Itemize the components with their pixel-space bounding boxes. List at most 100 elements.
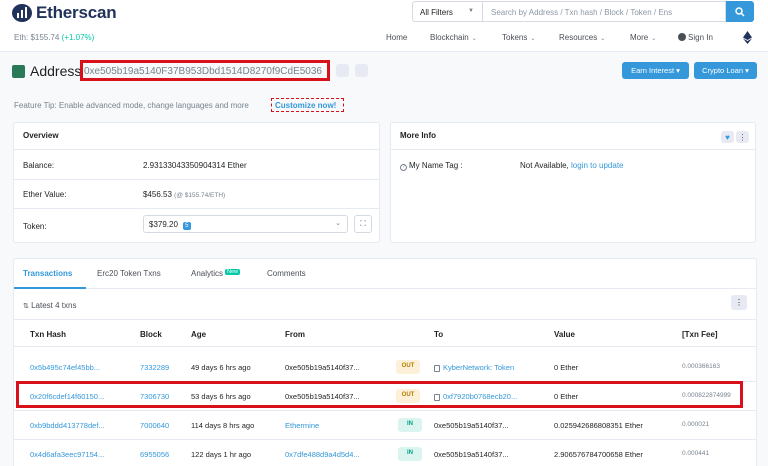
logo-text: Etherscan [36, 3, 117, 22]
address-heading: Address [12, 60, 81, 82]
txn-value: 0 Ether [554, 363, 579, 372]
txn-to: 0xe505b19a5140f37... [434, 421, 509, 430]
feature-tip-text: Feature Tip: Enable advanced mode, chang… [14, 101, 249, 110]
ether-value-rate: (@ $155.74/ETH) [174, 192, 226, 199]
ethereum-icon[interactable] [743, 31, 752, 44]
table-row: 0x5b495c74ef45bb... 7332289 49 days 6 hr… [14, 353, 756, 382]
col-txn-fee[interactable]: [Txn Fee] [682, 330, 718, 339]
expand-icon[interactable]: ⛶ [354, 215, 372, 233]
name-tag-value: Not Available, login to update [520, 161, 624, 170]
login-to-update-link[interactable]: login to update [571, 161, 624, 170]
etherscan-logo-icon [12, 4, 32, 22]
txn-fee: 0.000441 [682, 450, 710, 457]
name-tag-row: ? My Name Tag : Not Available, login to u… [391, 151, 755, 180]
chevron-down-icon: ▼ [468, 8, 474, 14]
col-block: Block [140, 330, 162, 339]
customize-now-link[interactable]: Customize now! [271, 98, 344, 112]
token-label: Token: [23, 222, 47, 231]
more-options-icon[interactable]: ⋮ [731, 295, 747, 310]
txn-hash-link[interactable]: 0x5b495c74ef45bb... [30, 363, 100, 372]
nav-tokens-label: Tokens [502, 33, 528, 42]
tab-transactions[interactable]: Transactions [23, 269, 72, 278]
txn-age: 49 days 6 hrs ago [191, 363, 251, 372]
balance-row: Balance: 2.93133043350904314 Ether [14, 151, 379, 180]
search-button[interactable] [726, 1, 754, 22]
name-tag-label: ? My Name Tag : [400, 161, 463, 171]
chevron-down-icon: ⌄ [530, 36, 536, 42]
ether-value: $456.53 (@ $155.74/ETH) [143, 190, 225, 199]
heart-icon[interactable]: ♥ [721, 131, 734, 143]
transactions-card: Transactions Erc20 Token Txns Analytics N… [13, 258, 757, 466]
nav-bar: Eth: $155.74 (+1.07%) Home Blockchain ⌄ T… [0, 24, 768, 52]
ether-value-amount: $456.53 [143, 190, 172, 199]
txn-from-link[interactable]: Ethermine [285, 421, 319, 430]
copy-icon[interactable] [336, 64, 349, 77]
balance-label: Balance: [23, 161, 55, 170]
txn-hash-link[interactable]: 0x4d6afa3eec97154... [30, 450, 104, 459]
tab-analytics[interactable]: Analytics New [191, 269, 241, 278]
etherscan-logo[interactable]: Etherscan [12, 3, 117, 23]
filter-select[interactable]: All Filters ▼ [412, 1, 482, 22]
txn-to: 0xe505b19a5140f37... [434, 450, 509, 459]
sort-icon: ⇅ [23, 303, 29, 310]
nav-home[interactable]: Home [386, 33, 407, 42]
crypto-loan-button[interactable]: Crypto Loan ▾ [694, 62, 757, 79]
txn-value: 2.906576784700658 Ether [554, 450, 643, 459]
earn-interest-button[interactable]: Earn Interest ▾ [622, 62, 689, 79]
ether-value-label: Ether Value: [23, 190, 67, 199]
new-badge: New [225, 269, 241, 275]
table-row: 0x4d6afa3eec97154... 6955056 122 days 1 … [14, 440, 756, 466]
latest-txns: ⇅ Latest 4 txns [23, 301, 76, 310]
eth-price: Eth: $155.74 (+1.07%) [14, 33, 94, 42]
chevron-down-icon: ⌄ [471, 36, 477, 42]
block-link[interactable]: 7332289 [140, 363, 169, 372]
more-info-title: More Info [391, 123, 755, 150]
txn-age: 114 days 8 hrs ago [191, 421, 255, 430]
nav-blockchain[interactable]: Blockchain ⌄ [430, 33, 477, 42]
chevron-down-icon: ⌄ [600, 36, 606, 42]
nav-more[interactable]: More ⌄ [630, 33, 656, 42]
chevron-down-icon: ⌄ [335, 220, 341, 227]
col-txn-hash: Txn Hash [30, 330, 67, 339]
txn-from: 0xe505b19a5140f37... [285, 363, 360, 372]
qr-code-icon[interactable] [355, 64, 368, 77]
txn-to-label: KyberNetwork: Token [443, 363, 515, 372]
txn-value: 0.025942686808351 Ether [554, 421, 643, 430]
user-circle-icon [678, 33, 686, 41]
filter-label: All Filters [420, 8, 453, 17]
page-title: Address [30, 63, 82, 79]
txn-from-link[interactable]: 0x7dfe488d9a4d5d4... [285, 450, 360, 459]
crypto-loan-label: Crypto Loan [702, 66, 743, 75]
more-options-icon[interactable]: ⋮ [736, 131, 749, 143]
tab-analytics-label: Analytics [191, 269, 224, 278]
eth-price-change: (+1.07%) [61, 33, 95, 42]
question-circle-icon: ? [400, 164, 407, 171]
search-input[interactable]: Search by Address / Txn hash / Block / T… [482, 1, 726, 22]
token-count-badge: 5 [183, 222, 191, 230]
tab-erc20-token-txns[interactable]: Erc20 Token Txns [97, 269, 161, 278]
table-header: Txn Hash Block Age From To Value [Txn Fe… [14, 319, 756, 347]
chevron-down-icon: ⌄ [651, 36, 657, 42]
search-icon [735, 6, 745, 17]
col-value: Value [554, 330, 575, 339]
name-tag-value-text: Not Available, [520, 161, 569, 170]
nav-tokens[interactable]: Tokens ⌄ [502, 33, 535, 42]
token-select[interactable]: $379.20 5 ⌄ [143, 215, 348, 233]
nav-sign-in[interactable]: Sign In [678, 33, 713, 42]
col-age: Age [191, 330, 207, 339]
address-hash[interactable]: 0xe505b19a5140F37B953Dbd1514D8270f9CdE50… [80, 60, 330, 81]
txn-hash-link[interactable]: 0xb9bddd413778def... [30, 421, 105, 430]
active-tab-indicator [14, 287, 86, 289]
eth-price-label: Eth: $155.74 [14, 33, 60, 42]
overview-card: Overview Balance: 2.93133043350904314 Et… [13, 122, 380, 243]
direction-badge: IN [398, 447, 422, 461]
col-to: To [434, 330, 444, 339]
block-link[interactable]: 6955056 [140, 450, 169, 459]
nav-blockchain-label: Blockchain [430, 33, 469, 42]
txn-to-link[interactable]: KyberNetwork: Token [434, 363, 514, 372]
tab-comments[interactable]: Comments [267, 269, 306, 278]
block-link[interactable]: 7000640 [140, 421, 169, 430]
nav-resources[interactable]: Resources ⌄ [559, 33, 605, 42]
contract-icon [434, 364, 440, 372]
tab-bar: Transactions Erc20 Token Txns Analytics N… [14, 259, 756, 289]
